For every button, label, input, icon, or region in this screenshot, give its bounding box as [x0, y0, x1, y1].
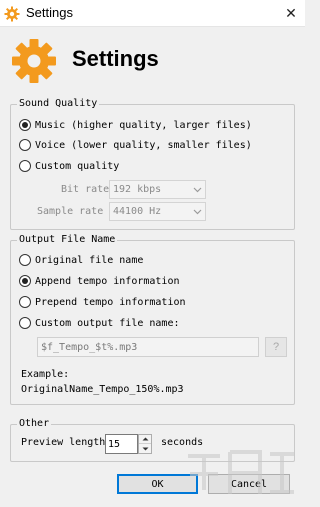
chevron-down-icon: [189, 203, 205, 220]
title-bar: Settings ✕: [0, 0, 305, 27]
bit-rate-select[interactable]: 192 kbps: [109, 180, 206, 199]
preview-length-label: Preview length: [21, 437, 106, 448]
sample-rate-select[interactable]: 44100 Hz: [109, 202, 206, 221]
radio-label: Original file name: [35, 254, 144, 266]
sample-rate-label: Sample rate: [37, 206, 104, 217]
other-legend: Other: [17, 418, 52, 430]
radio-label: Music (higher quality, larger files): [35, 119, 252, 131]
example-label: Example:: [21, 369, 70, 380]
help-button[interactable]: ?: [265, 337, 287, 357]
preview-length-input[interactable]: 15: [105, 434, 138, 454]
chevron-up-icon[interactable]: [139, 435, 151, 444]
gear-icon: [10, 37, 58, 88]
radio-music[interactable]: Music (higher quality, larger files): [19, 117, 252, 133]
radio-button[interactable]: [19, 317, 31, 329]
radio-button[interactable]: [19, 139, 31, 151]
chevron-down-icon: [189, 181, 205, 198]
window-title: Settings: [26, 5, 73, 20]
watermark-logo: [188, 450, 294, 494]
radio-button[interactable]: [19, 275, 31, 287]
radio-original-name[interactable]: Original file name: [19, 252, 143, 268]
sample-rate-value: 44100 Hz: [113, 206, 162, 217]
page-title: Settings: [72, 46, 159, 71]
radio-button[interactable]: [19, 160, 31, 172]
radio-button[interactable]: [19, 254, 31, 266]
sound-quality-legend: Sound Quality: [17, 98, 100, 110]
radio-custom-quality[interactable]: Custom quality: [19, 158, 119, 174]
radio-voice[interactable]: Voice (lower quality, smaller files): [19, 137, 252, 153]
radio-prepend-tempo[interactable]: Prepend tempo information: [19, 294, 186, 310]
radio-label: Custom quality: [35, 160, 120, 172]
bit-rate-label: Bit rate: [61, 184, 110, 195]
radio-button[interactable]: [19, 119, 31, 131]
output-file-name-group: Output File Name Original file name Appe…: [10, 234, 295, 405]
example-value: OriginalName_Tempo_150%.mp3: [21, 384, 184, 395]
preview-length-stepper[interactable]: [138, 434, 152, 454]
radio-button[interactable]: [19, 296, 31, 308]
chevron-down-icon[interactable]: [139, 444, 151, 453]
dialog-header: Settings: [0, 27, 305, 93]
radio-label: Append tempo information: [35, 275, 180, 287]
sound-quality-group: Sound Quality Music (higher quality, lar…: [10, 98, 295, 230]
bit-rate-value: 192 kbps: [113, 184, 162, 195]
radio-label: Prepend tempo information: [35, 296, 186, 308]
gear-icon: [4, 6, 20, 25]
radio-append-tempo[interactable]: Append tempo information: [19, 273, 180, 289]
output-file-name-legend: Output File Name: [17, 234, 118, 246]
custom-file-name-input[interactable]: $f_Tempo_$t%.mp3: [37, 337, 259, 357]
close-icon[interactable]: ✕: [277, 0, 305, 27]
radio-custom-name[interactable]: Custom output file name:: [19, 315, 180, 331]
radio-label: Custom output file name:: [35, 317, 180, 329]
radio-label: Voice (lower quality, smaller files): [35, 139, 252, 151]
